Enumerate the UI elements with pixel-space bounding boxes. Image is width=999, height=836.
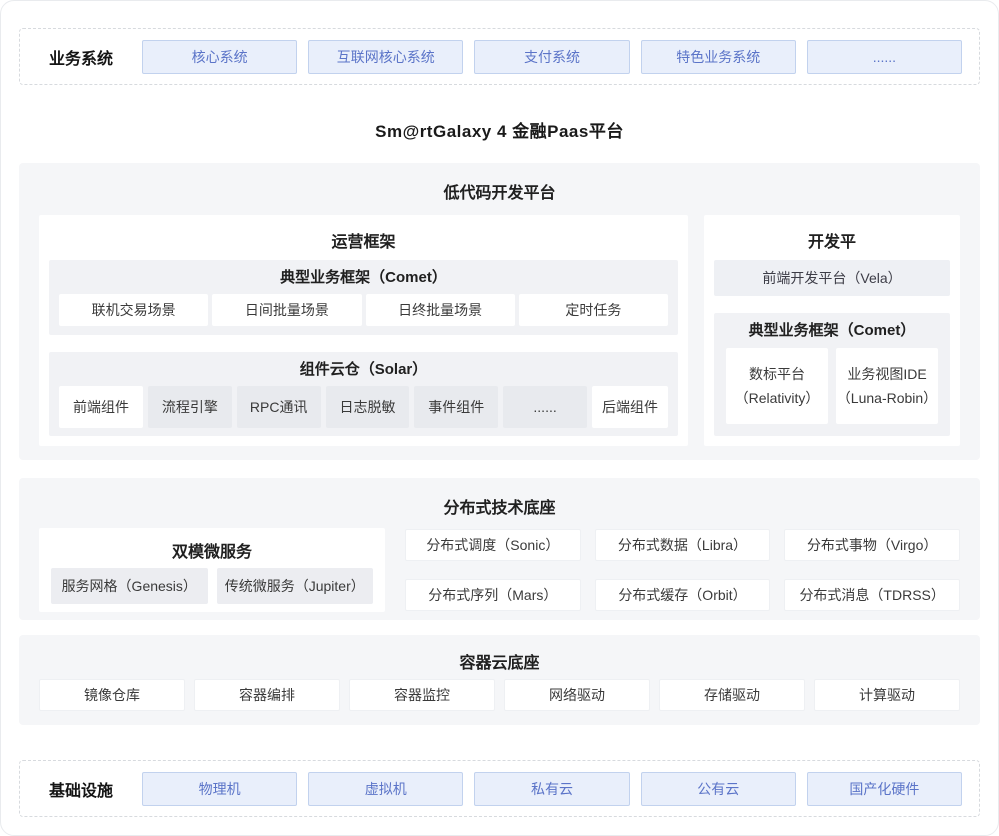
solar-front-item: 前端组件 <box>59 386 143 428</box>
solar-chip: RPC通讯 <box>237 386 321 428</box>
dual-mode-item: 服务网格（Genesis） <box>51 568 208 604</box>
distributed-service-item: 分布式数据（Libra） <box>595 529 771 561</box>
container-cloud-item: 容器编排 <box>194 679 340 711</box>
distributed-base-title: 分布式技术底座 <box>39 478 960 516</box>
infrastructure-chip: 虚拟机 <box>308 772 463 806</box>
lowcode-platform-section: 低代码开发平台 运营框架 典型业务框架（Comet） 联机交易场景 日间批量场景… <box>19 163 980 460</box>
dev-comet-item-line1: 业务视图IDE <box>836 364 938 384</box>
dev-comet-item: 业务视图IDE （Luna-Robin） <box>836 348 938 424</box>
distributed-service-item: 分布式事物（Virgo） <box>784 529 960 561</box>
container-cloud-item: 镜像仓库 <box>39 679 185 711</box>
infrastructure-chip: 公有云 <box>641 772 796 806</box>
solar-chip: 流程引擎 <box>148 386 232 428</box>
comet-item: 日间批量场景 <box>212 294 361 326</box>
distributed-services-grid: 分布式调度（Sonic） 分布式数据（Libra） 分布式事物（Virgo） 分… <box>405 528 960 612</box>
dev-comet-items: 数标平台 （Relativity） 业务视图IDE （Luna-Robin） <box>726 348 938 424</box>
dev-comet-title: 典型业务框架（Comet） <box>726 321 938 347</box>
infrastructure-chip: 私有云 <box>474 772 629 806</box>
page-title: Sm@rtGalaxy 4 金融Paas平台 <box>1 117 998 139</box>
business-systems-chips: 核心系统 互联网核心系统 支付系统 特色业务系统 ...... <box>142 40 962 74</box>
business-system-chip: 核心系统 <box>142 40 297 74</box>
dual-mode-item: 传统微服务（Jupiter） <box>217 568 374 604</box>
business-systems-label: 业务系统 <box>20 45 142 69</box>
business-system-chip: 特色业务系统 <box>641 40 796 74</box>
dual-mode-items: 服务网格（Genesis） 传统微服务（Jupiter） <box>51 568 373 604</box>
architecture-diagram: 业务系统 核心系统 互联网核心系统 支付系统 特色业务系统 ...... Sm@… <box>0 0 999 836</box>
distributed-base-body: 双模微服务 服务网格（Genesis） 传统微服务（Jupiter） 分布式调度… <box>39 528 960 612</box>
distributed-service-item: 分布式序列（Mars） <box>405 579 581 611</box>
operation-framework-card: 运营框架 典型业务框架（Comet） 联机交易场景 日间批量场景 日终批量场景 … <box>39 215 688 446</box>
container-cloud-section: 容器云底座 镜像仓库 容器编排 容器监控 网络驱动 存储驱动 计算驱动 <box>19 635 980 725</box>
container-cloud-item: 网络驱动 <box>504 679 650 711</box>
container-cloud-title: 容器云底座 <box>39 635 960 671</box>
dual-mode-microservice-card: 双模微服务 服务网格（Genesis） 传统微服务（Jupiter） <box>39 528 385 612</box>
dev-platform-card: 开发平 前端开发平台（Vela） 典型业务框架（Comet） 数标平台 （Rel… <box>704 215 960 446</box>
infrastructure-chip: 物理机 <box>142 772 297 806</box>
dual-mode-title: 双模微服务 <box>51 528 373 568</box>
container-cloud-item: 容器监控 <box>349 679 495 711</box>
container-cloud-items: 镜像仓库 容器编排 容器监控 网络驱动 存储驱动 计算驱动 <box>39 679 960 711</box>
lowcode-platform-body: 运营框架 典型业务框架（Comet） 联机交易场景 日间批量场景 日终批量场景 … <box>39 215 960 446</box>
infrastructure-label: 基础设施 <box>20 777 142 801</box>
business-systems-band: 业务系统 核心系统 互联网核心系统 支付系统 特色业务系统 ...... <box>19 28 980 85</box>
comet-framework-title: 典型业务框架（Comet） <box>59 268 668 294</box>
container-cloud-item: 计算驱动 <box>814 679 960 711</box>
container-cloud-item: 存储驱动 <box>659 679 805 711</box>
dev-comet-item-line2: （Luna-Robin） <box>836 388 938 408</box>
distributed-service-item: 分布式调度（Sonic） <box>405 529 581 561</box>
vela-frontend-platform: 前端开发平台（Vela） <box>714 260 950 296</box>
distributed-service-item: 分布式消息（TDRSS） <box>784 579 960 611</box>
distributed-base-section: 分布式技术底座 双模微服务 服务网格（Genesis） 传统微服务（Jupite… <box>19 478 980 620</box>
solar-chip-more: ...... <box>503 386 587 428</box>
solar-back-item: 后端组件 <box>592 386 668 428</box>
solar-component-box: 组件云仓（Solar） 前端组件 流程引擎 RPC通讯 日志脱敏 事件组件 ..… <box>49 352 678 436</box>
business-system-chip: 互联网核心系统 <box>308 40 463 74</box>
dev-comet-item: 数标平台 （Relativity） <box>726 348 828 424</box>
comet-framework-items: 联机交易场景 日间批量场景 日终批量场景 定时任务 <box>59 294 668 326</box>
dev-comet-item-line1: 数标平台 <box>726 364 828 384</box>
business-system-chip-more: ...... <box>807 40 962 74</box>
distributed-service-item: 分布式缓存（Orbit） <box>595 579 771 611</box>
business-system-chip: 支付系统 <box>474 40 629 74</box>
dev-comet-item-line2: （Relativity） <box>726 388 828 408</box>
infrastructure-chip: 国产化硬件 <box>807 772 962 806</box>
infrastructure-chips: 物理机 虚拟机 私有云 公有云 国产化硬件 <box>142 772 962 806</box>
solar-chip: 日志脱敏 <box>326 386 410 428</box>
dev-comet-box: 典型业务框架（Comet） 数标平台 （Relativity） 业务视图IDE … <box>714 313 950 436</box>
infrastructure-band: 基础设施 物理机 虚拟机 私有云 公有云 国产化硬件 <box>19 760 980 817</box>
solar-chip: 事件组件 <box>414 386 498 428</box>
lowcode-platform-title: 低代码开发平台 <box>39 163 960 201</box>
comet-framework-box: 典型业务框架（Comet） 联机交易场景 日间批量场景 日终批量场景 定时任务 <box>49 260 678 335</box>
comet-item: 定时任务 <box>519 294 668 326</box>
comet-item: 联机交易场景 <box>59 294 208 326</box>
dev-platform-title: 开发平 <box>714 215 950 260</box>
operation-framework-title: 运营框架 <box>49 215 678 260</box>
solar-component-title: 组件云仓（Solar） <box>59 360 668 386</box>
comet-item: 日终批量场景 <box>366 294 515 326</box>
solar-component-items: 前端组件 流程引擎 RPC通讯 日志脱敏 事件组件 ...... 后端组件 <box>59 386 668 428</box>
